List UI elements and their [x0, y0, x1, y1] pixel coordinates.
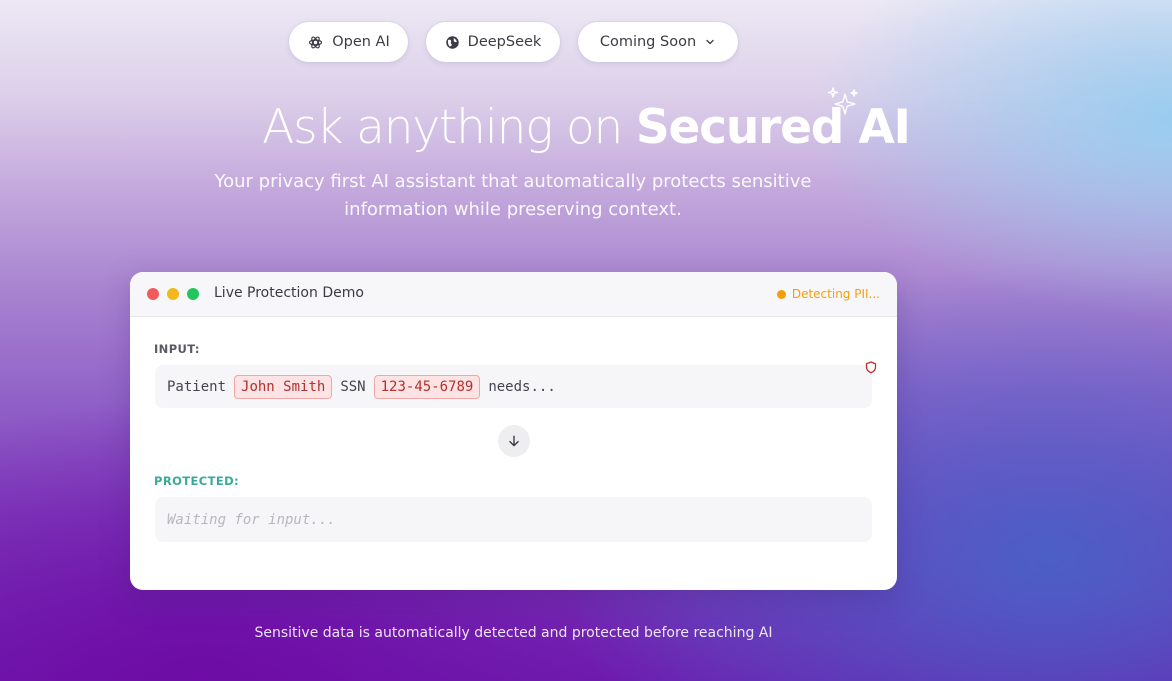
- input-text: SSN: [340, 378, 366, 395]
- protected-placeholder: Waiting for input...: [167, 511, 336, 528]
- chevron-down-icon: [706, 39, 714, 45]
- card-title: Live Protection Demo: [214, 285, 364, 301]
- hero-title: Ask anything on Secured AI: [0, 98, 1172, 158]
- arrow-down-icon: [498, 425, 530, 457]
- openai-icon: [309, 36, 323, 48]
- pii-ssn-highlight: 123-45-6789: [373, 374, 481, 399]
- deepseek-label: DeepSeek: [467, 34, 542, 50]
- hero-title-brand: Secured AI: [635, 100, 911, 155]
- hero-subtitle: Your privacy first AI assistant that aut…: [214, 171, 812, 220]
- coming-soon-dropdown[interactable]: Coming Soon: [578, 22, 738, 62]
- model-selector: Open AI DeepSeek Coming Soon: [0, 22, 1172, 62]
- shield-icon: [865, 361, 877, 374]
- hero-title-prefix: Ask anything on: [262, 100, 636, 155]
- input-label: INPUT:: [154, 342, 200, 356]
- openai-button[interactable]: Open AI: [289, 22, 408, 62]
- input-display: Patient John Smith SSN 123-45-6789 needs…: [155, 365, 872, 408]
- window-maximize-dot: [187, 288, 199, 300]
- pii-name-highlight: John Smith: [234, 374, 333, 399]
- input-text: Patient: [167, 378, 227, 395]
- window-minimize-dot: [167, 288, 179, 300]
- status-text: Detecting PII...: [791, 287, 880, 301]
- globe-icon: [445, 35, 459, 49]
- card-header: Live Protection Demo Detecting PII...: [130, 272, 897, 317]
- protected-label: PROTECTED:: [154, 474, 240, 488]
- caption-text: Sensitive data is automatically detected…: [254, 625, 773, 641]
- deepseek-button[interactable]: DeepSeek: [426, 22, 560, 62]
- openai-label: Open AI: [332, 34, 390, 50]
- coming-soon-label: Coming Soon: [599, 34, 697, 50]
- status-indicator: Detecting PII...: [776, 287, 880, 301]
- protected-output: Waiting for input...: [155, 497, 872, 542]
- input-text: needs...: [488, 378, 556, 395]
- window-close-dot: [147, 288, 159, 300]
- sparkles-icon: [827, 87, 858, 115]
- status-dot-icon: [776, 289, 786, 299]
- live-protection-demo-card: Live Protection Demo Detecting PII... IN…: [130, 272, 897, 590]
